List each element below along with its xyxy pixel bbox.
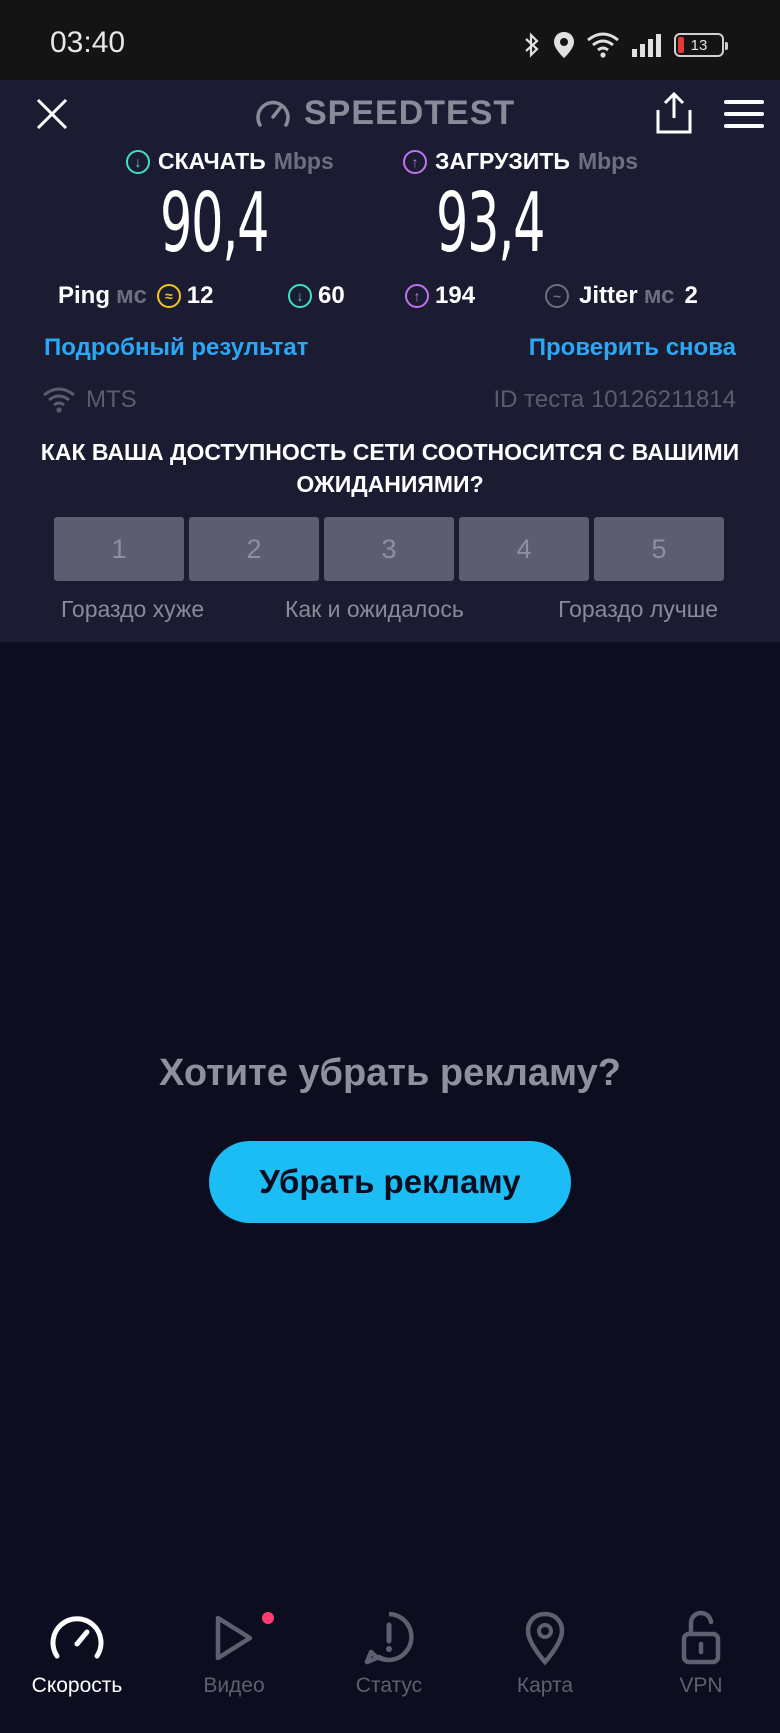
ping-unit: мс (116, 282, 147, 309)
upload-ping-stat: ↑ 194 (405, 282, 475, 310)
latency-stats: Ping мс ≈ 12 ↓ 60 ↑ 194 ~ Jitter мс 2 (0, 282, 780, 316)
rating-label-low: Гораздо хуже (61, 596, 205, 622)
download-unit: Mbps (273, 148, 334, 174)
upload-arrow-icon: ↑ (403, 149, 427, 174)
ping-stat: Ping мс ≈ 12 (58, 282, 214, 310)
nav-status[interactable]: Статус (314, 1610, 464, 1698)
nav-label-speed: Скорость (31, 1674, 123, 1697)
location-icon (554, 32, 574, 58)
isp-name: MTS (86, 386, 137, 413)
battery-level: 13 (690, 36, 708, 54)
nav-speed[interactable]: Скорость (2, 1610, 152, 1698)
menu-icon[interactable] (724, 100, 764, 130)
nav-video[interactable]: Видео (159, 1610, 309, 1698)
upload-unit: Mbps (577, 148, 638, 174)
signal-icon (632, 34, 661, 57)
download-label: СКАЧАТЬ (158, 148, 266, 174)
jitter-unit: мс (643, 282, 675, 309)
idle-ping-icon: ≈ (156, 284, 181, 308)
rating-button-2[interactable]: 2 (189, 517, 319, 581)
map-pin-icon (525, 1611, 565, 1666)
jitter-value: 2 (684, 282, 698, 309)
lock-icon (681, 1610, 721, 1665)
nav-label-vpn: VPN (679, 1674, 723, 1697)
bluetooth-icon (525, 32, 539, 58)
brand-name: SPEEDTEST (304, 94, 516, 132)
isp-info: MTS (42, 386, 137, 414)
play-icon (215, 1615, 253, 1661)
status-time: 03:40 (50, 26, 126, 59)
rating-scale: 1 2 3 4 5 (54, 517, 724, 581)
new-badge-dot (262, 1612, 274, 1624)
detailed-result-link[interactable]: Подробный результат (44, 334, 309, 362)
rating-button-5[interactable]: 5 (594, 517, 724, 581)
jitter-stat: ~ Jitter мс 2 (545, 282, 698, 310)
test-again-link[interactable]: Проверить снова (529, 334, 736, 362)
speedometer-icon (256, 100, 290, 127)
bottom-nav: Скорость Видео Статус Карта VPN (0, 1596, 780, 1733)
rating-label-mid: Как и ожидалось (285, 596, 464, 622)
nav-map[interactable]: Карта (470, 1610, 620, 1698)
jitter-label: Jitter (579, 282, 638, 309)
download-metric: ↓ СКАЧАТЬ Mbps 90,4 (126, 148, 334, 271)
status-icons: 13 (522, 28, 728, 62)
nav-vpn[interactable]: VPN (626, 1610, 776, 1698)
status-bar: 03:40 13 (0, 0, 780, 80)
download-ping-stat: ↓ 60 (288, 282, 345, 310)
upload-value: 93,4 (436, 176, 545, 271)
share-icon[interactable] (654, 90, 694, 136)
remove-ads-button[interactable]: Убрать рекламу (209, 1141, 571, 1223)
rating-button-1[interactable]: 1 (54, 517, 184, 581)
alert-icon (364, 1611, 414, 1665)
speed-icon (50, 1616, 104, 1659)
download-arrow-icon: ↓ (126, 149, 150, 174)
top-nav: SPEEDTEST (0, 80, 780, 146)
ping-download-value: 60 (318, 282, 345, 309)
test-id: ID теста 10126211814 (493, 386, 736, 413)
rating-label-high: Гораздо лучше (558, 596, 718, 622)
nav-label-status: Статус (355, 1674, 423, 1697)
remove-ads-title: Хотите убрать рекламу? (159, 1052, 621, 1094)
download-ping-icon: ↓ (288, 284, 312, 308)
rating-button-4[interactable]: 4 (459, 517, 589, 581)
wifi-icon (587, 32, 619, 58)
close-icon[interactable] (32, 94, 72, 134)
brand-logo: SPEEDTEST (254, 94, 515, 133)
ping-label: Ping (58, 282, 110, 309)
ping-upload-value: 194 (435, 282, 476, 309)
wifi-network-icon (43, 387, 75, 413)
result-panel: SPEEDTEST ↓ СКАЧАТЬ Mbps 90,4 ↑ ЗАГРУЗИТ… (0, 80, 780, 642)
ping-idle-value: 12 (186, 282, 214, 309)
survey-question: КАК ВАША ДОСТУПНОСТЬ СЕТИ СООТНОСИТСЯ С … (40, 439, 740, 497)
nav-label-video: Видео (203, 1674, 265, 1697)
upload-metric: ↑ ЗАГРУЗИТЬ Mbps 93,4 (403, 148, 638, 271)
rating-button-3[interactable]: 3 (324, 517, 454, 581)
nav-label-map: Карта (516, 1674, 574, 1697)
battery-icon: 13 (674, 33, 728, 57)
upload-label: ЗАГРУЗИТЬ (435, 148, 570, 174)
jitter-icon: ~ (545, 284, 569, 308)
upload-ping-icon: ↑ (405, 284, 429, 308)
download-value: 90,4 (160, 176, 269, 271)
